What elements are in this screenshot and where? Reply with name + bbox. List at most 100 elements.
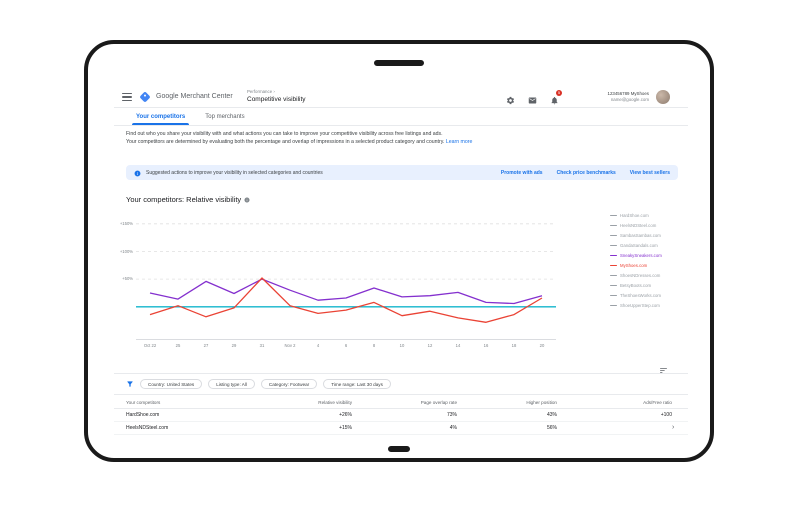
account-name: 123456789 MyShoes	[607, 91, 650, 96]
x-axis-label: 8	[372, 343, 376, 348]
tab-top-merchants[interactable]: Top merchants	[195, 108, 254, 125]
column-header-your-competitors[interactable]: Your competitors	[126, 400, 286, 405]
legend-label: HeelsNDSteel.com	[620, 223, 657, 228]
suggestion-banner: Suggested actions to improve your visibi…	[126, 165, 678, 180]
metric-value: 56%	[546, 425, 557, 431]
legend-label: GandaSandals.com	[620, 243, 658, 248]
filter-bar: Country: United States Listing type: All C…	[126, 377, 391, 391]
legend-swatch	[610, 214, 617, 217]
filter-chip-category[interactable]: Category: Footwear	[260, 379, 318, 389]
legend-item-gandasandals-com[interactable]: GandaSandals.com	[610, 243, 662, 248]
competitors-table: Your competitors Relative visibility Page …	[114, 397, 688, 435]
table-row[interactable]: HardShoe.com +26% 73% 43% +100	[114, 409, 688, 422]
y-axis-label: +50%	[122, 276, 133, 282]
menu-icon[interactable]	[122, 93, 132, 101]
x-axis-label: 4	[316, 343, 320, 348]
table-body: HardShoe.com +26% 73% 43% +100 HeelsNDSteel.c…	[114, 409, 688, 435]
account-block: 123456789 MyShoes name@google.com	[566, 91, 650, 102]
legend-item-betsyboots-com[interactable]: BetsyBoots.com	[610, 283, 662, 288]
filter-chips: Country: United States Listing type: All C…	[140, 379, 391, 389]
x-axis-label: 12	[427, 343, 433, 348]
breadcrumb[interactable]: Performance ›	[247, 89, 306, 94]
merchant-center-screen: Google Merchant Center Performance › Com…	[114, 86, 688, 440]
divider	[114, 394, 688, 395]
legend-item-hardshoe-com[interactable]: HardShoe.com	[610, 213, 662, 218]
filter-chip-time-range[interactable]: Time range: Last 30 days	[323, 379, 391, 389]
table-row[interactable]: HeelsNDSteel.com +15% 4% 56%	[114, 422, 688, 435]
intro-line-2: Your competitors are determined by evalu…	[126, 138, 445, 145]
banner-link-view-best-sellers[interactable]: View best sellers	[630, 170, 670, 176]
legend-label: BetsyBoots.com	[620, 283, 652, 288]
page-title: Competitive visibility	[247, 95, 306, 103]
filter-chip-country[interactable]: Country: United States	[140, 379, 203, 389]
x-axis-label: Oct 22	[143, 343, 157, 348]
x-axis-label: 25	[175, 343, 181, 348]
legend-item-sneakysneakers-com[interactable]: SneakySneakers.com	[610, 253, 662, 258]
camera-pill	[374, 60, 424, 66]
breadcrumb-block: Performance › Competitive visibility	[247, 89, 306, 103]
banner-links: Promote with ads Check price benchmarks Vi…	[501, 170, 670, 176]
settings-gear-icon[interactable]	[506, 92, 515, 105]
app-name[interactable]: Google Merchant Center	[156, 93, 233, 100]
chart-x-axis: Oct 22 25 27 29 31 Nov 2 4 6 8 10 12 14 16 18 20	[136, 343, 556, 348]
x-axis-label: 27	[203, 343, 209, 348]
series-line-myshoes-com	[149, 277, 543, 323]
metric-value: +15%	[339, 425, 352, 431]
legend-label: ShoeUpperStep.com	[620, 303, 660, 308]
column-header-page-overlap-rate[interactable]: Page overlap rate	[356, 400, 461, 405]
funnel-filter-icon[interactable]	[126, 375, 134, 393]
banner-link-check-price-benchmarks[interactable]: Check price benchmarks	[557, 170, 616, 176]
learn-more-link[interactable]: Learn more	[446, 139, 473, 145]
legend-swatch	[610, 264, 617, 267]
tablet-frame: Google Merchant Center Performance › Com…	[84, 40, 714, 462]
tab-your-competitors[interactable]: Your competitors	[126, 108, 195, 125]
legend-swatch	[610, 254, 617, 257]
column-header-higher-position[interactable]: Higher position	[461, 400, 561, 405]
divider	[114, 373, 688, 374]
x-axis-label: 18	[511, 343, 517, 348]
metric-value: +100	[660, 412, 672, 418]
chart-legend: HardShoe.com HeelsNDSteel.com SambasSambas…	[610, 213, 662, 308]
section-title-row: Your competitors: Relative visibility	[126, 190, 250, 208]
notifications-bell-icon[interactable]: 5	[550, 89, 562, 105]
legend-item-theshoesworks-com[interactable]: TheShoesWorks.com	[610, 293, 662, 298]
legend-swatch	[610, 274, 617, 277]
legend-item-shoesndresses-com[interactable]: ShoesNDresses.com	[610, 273, 662, 278]
table-header-row: Your competitors Relative visibility Page …	[114, 397, 688, 409]
legend-swatch	[610, 234, 617, 237]
section-info-icon[interactable]	[244, 190, 250, 208]
mail-icon[interactable]	[528, 92, 537, 104]
legend-label: ShoesNDresses.com	[620, 273, 661, 278]
column-header-relative-visibility[interactable]: Relative visibility	[286, 400, 356, 405]
filter-list-icon[interactable]	[659, 362, 668, 380]
chart-plot	[136, 223, 556, 340]
legend-item-heelsndsteel-com[interactable]: HeelsNDSteel.com	[610, 223, 662, 228]
avatar[interactable]	[656, 90, 670, 104]
banner-link-promote-with-ads[interactable]: Promote with ads	[501, 170, 543, 176]
legend-item-myshoes-com[interactable]: MyShoes.com	[610, 263, 662, 268]
legend-swatch	[610, 304, 617, 307]
account-email: name@google.com	[610, 97, 649, 102]
legend-label: TheShoesWorks.com	[620, 293, 661, 298]
legend-swatch	[610, 244, 617, 247]
tab-bar: Your competitors Top merchants	[114, 108, 688, 126]
legend-label: SneakySneakers.com	[620, 253, 662, 258]
competitor-name: HeelsNDSteel.com	[126, 425, 169, 431]
x-axis-label: 6	[344, 343, 348, 348]
legend-swatch	[610, 294, 617, 297]
x-axis-label: Nov 2	[284, 343, 296, 348]
legend-label: MyShoes.com	[620, 263, 648, 268]
home-button[interactable]	[388, 446, 410, 452]
series-line-sneakysneakers-com	[149, 278, 543, 305]
legend-item-shoeupperstep-com[interactable]: ShoeUpperStep.com	[610, 303, 662, 308]
intro-line-1: Find out who you share your visibility w…	[126, 131, 443, 137]
metric-value: 73%	[446, 412, 457, 418]
filter-chip-listing-type[interactable]: Listing type: All	[208, 379, 255, 389]
column-header-ads-free-ratio[interactable]: Ads/Free ratio	[561, 400, 676, 405]
legend-item-sambassambas-com[interactable]: SambasSambas.com	[610, 233, 662, 238]
legend-swatch	[610, 224, 617, 227]
y-axis-label: +150%	[119, 221, 133, 227]
x-axis-label: 29	[231, 343, 237, 348]
legend-swatch	[610, 284, 617, 287]
chevron-right-icon[interactable]: ›	[672, 424, 674, 431]
